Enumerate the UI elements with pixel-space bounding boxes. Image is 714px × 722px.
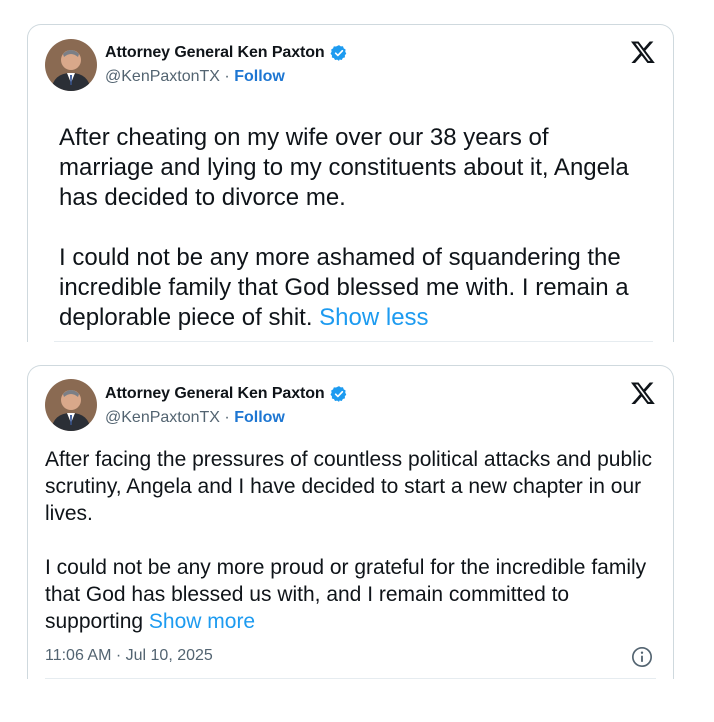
tweet-card-edited: Attorney General Ken Paxton @KenPaxtonTX… [27, 24, 674, 342]
info-icon[interactable] [631, 646, 653, 668]
show-more-link[interactable]: Show more [149, 610, 255, 633]
divider [45, 678, 656, 679]
tweet-body: After cheating on my wife over our 38 ye… [59, 124, 629, 331]
tweet-timestamp[interactable]: 11:06 AM · Jul 10, 2025 [45, 647, 213, 665]
author-handle[interactable]: @KenPaxtonTX [105, 409, 220, 426]
profile-photo [45, 379, 97, 431]
tweet-card-original: Attorney General Ken Paxton @KenPaxtonTX… [27, 365, 674, 679]
separator: · [224, 409, 230, 426]
tweet-body: After facing the pressures of countless … [45, 448, 652, 633]
divider [54, 341, 653, 342]
x-logo-icon[interactable] [630, 39, 656, 65]
profile-photo [45, 39, 97, 91]
verified-badge-icon [330, 386, 346, 402]
verified-badge-icon [330, 45, 346, 61]
follow-button[interactable]: Follow [234, 68, 285, 85]
author-name[interactable]: Attorney General Ken Paxton [105, 44, 325, 62]
show-less-link[interactable]: Show less [319, 304, 428, 331]
avatar[interactable] [45, 379, 97, 431]
author-handle[interactable]: @KenPaxtonTX [105, 68, 220, 85]
tweet-text: After facing the pressures of countless … [45, 446, 660, 635]
author-handle-row: @KenPaxtonTX · Follow [105, 409, 285, 427]
avatar[interactable] [45, 39, 97, 91]
author-name-row: Attorney General Ken Paxton [105, 385, 348, 403]
follow-button[interactable]: Follow [234, 409, 285, 426]
x-logo-icon[interactable] [630, 380, 656, 406]
author-name[interactable]: Attorney General Ken Paxton [105, 385, 325, 403]
author-name-row: Attorney General Ken Paxton [105, 44, 348, 62]
separator: · [224, 68, 230, 85]
author-handle-row: @KenPaxtonTX · Follow [105, 68, 285, 86]
tweet-text: After cheating on my wife over our 38 ye… [59, 123, 639, 333]
